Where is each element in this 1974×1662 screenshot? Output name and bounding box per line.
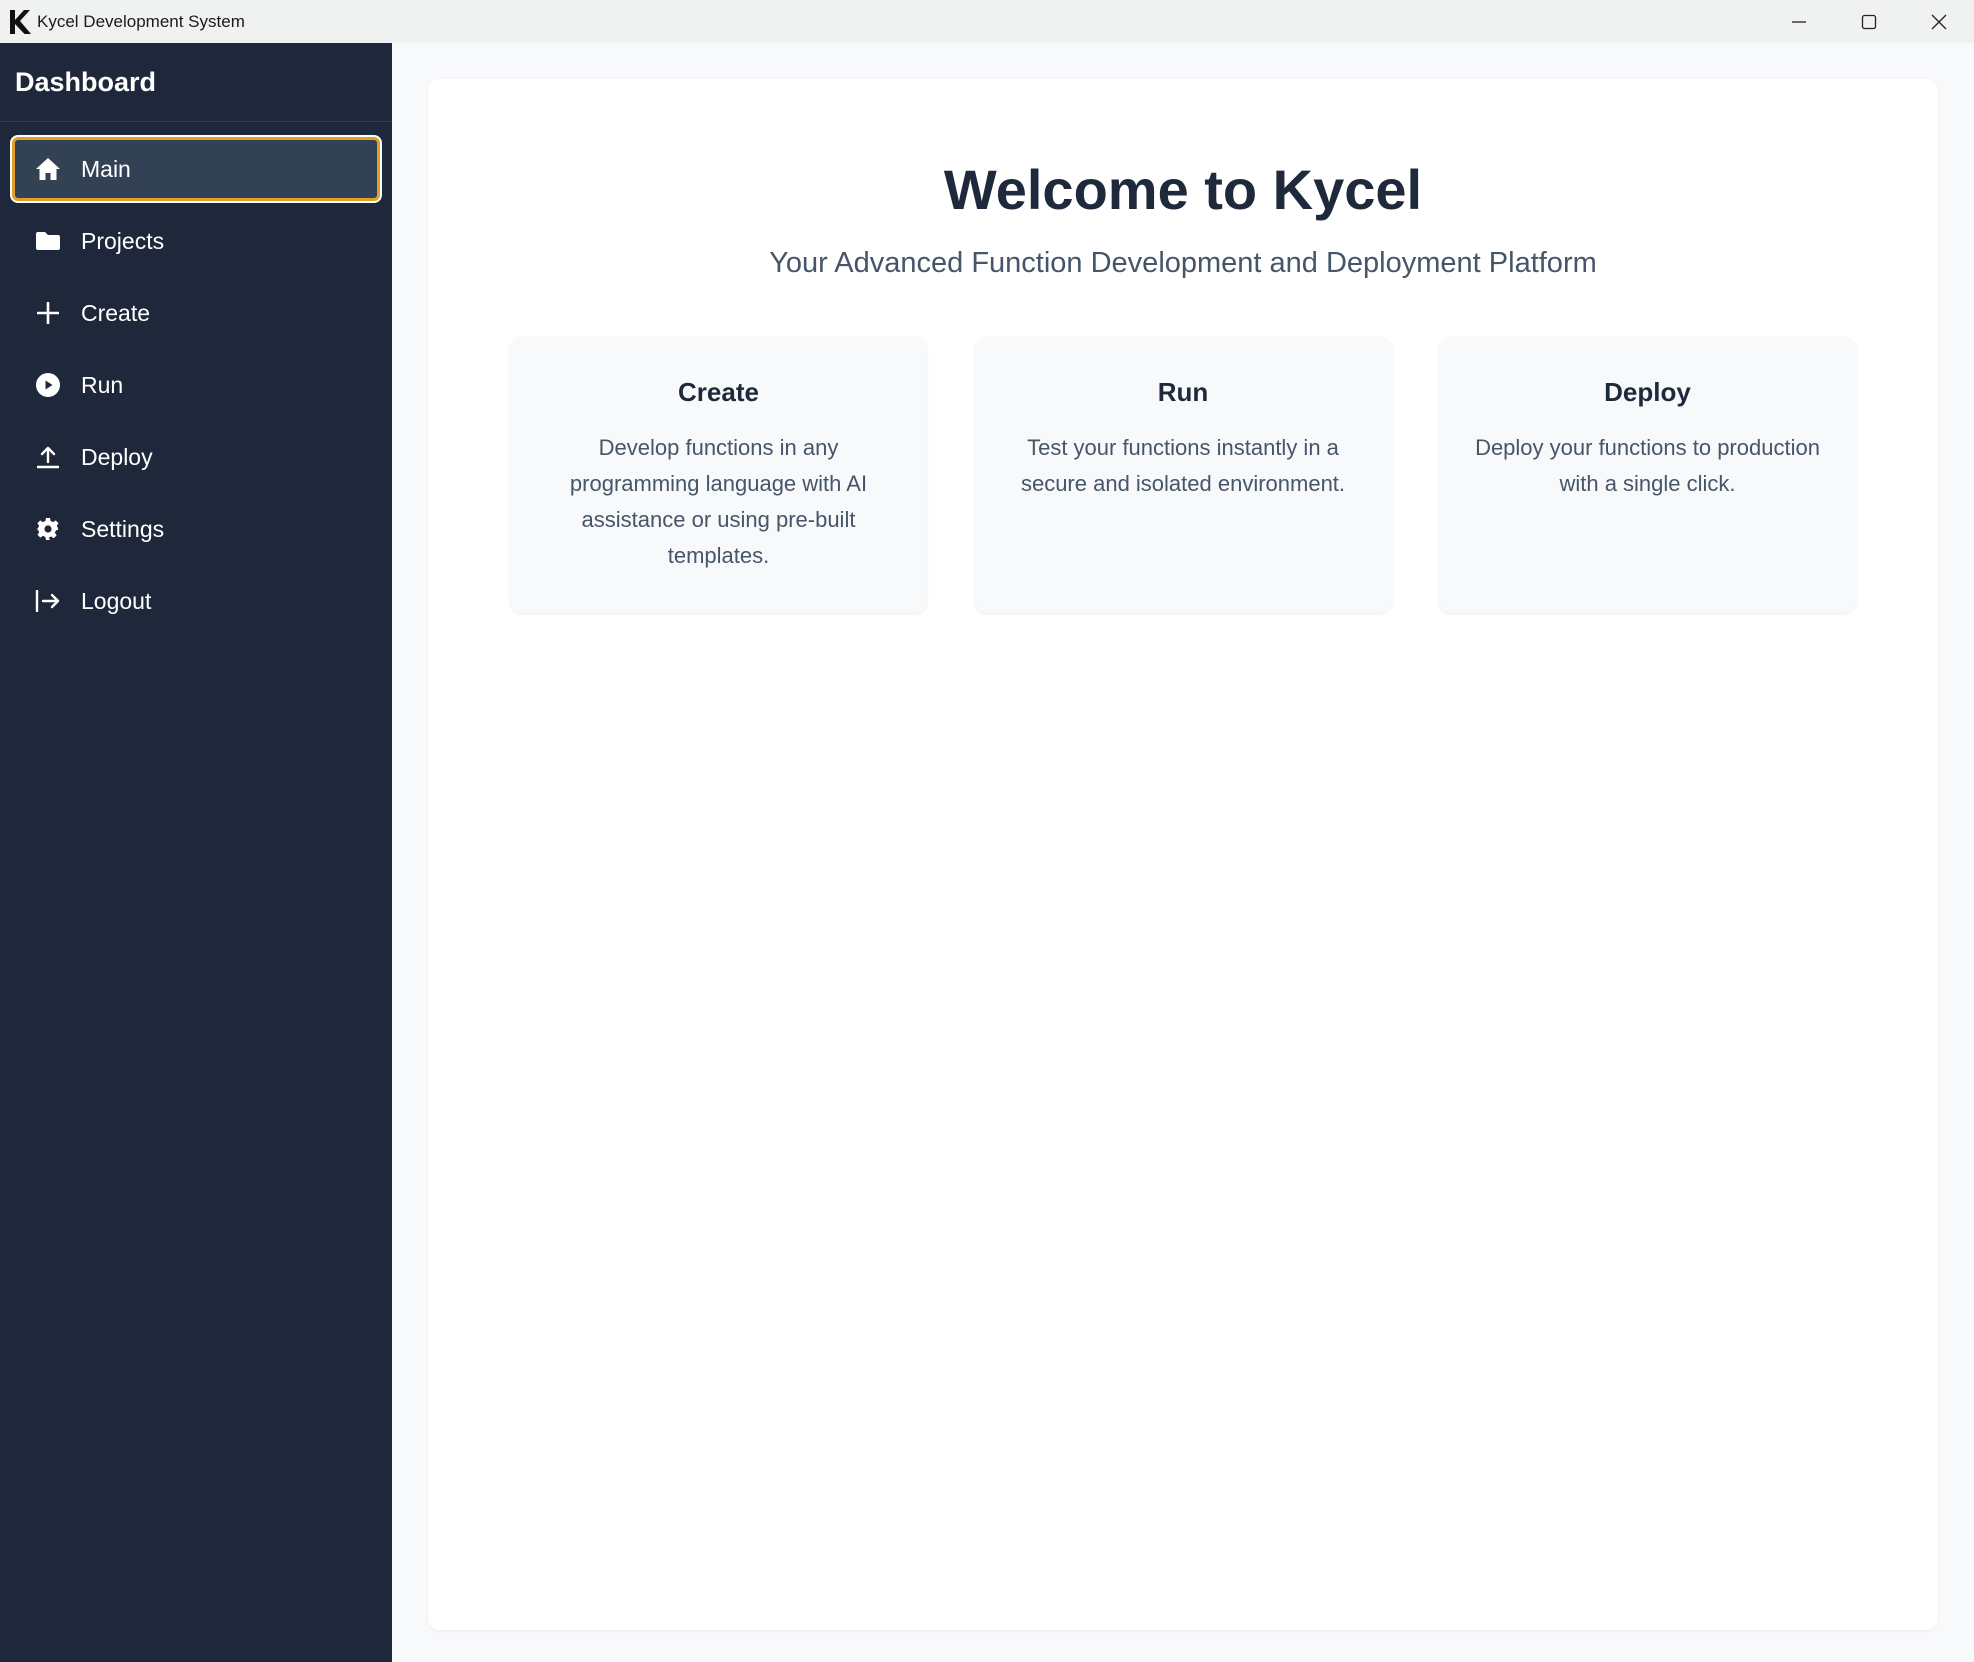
sidebar-item-label: Settings — [81, 515, 165, 542]
feature-card-run: Run Test your functions instantly in a s… — [974, 337, 1392, 613]
kycel-logo-icon — [6, 7, 34, 37]
sidebar-item-label: Deploy — [81, 443, 153, 470]
minimize-icon — [1792, 20, 1806, 23]
welcome-panel: Welcome to Kycel Your Advanced Function … — [428, 79, 1938, 1630]
plus-icon — [34, 299, 62, 327]
close-button[interactable] — [1904, 0, 1974, 43]
gear-icon — [34, 515, 62, 543]
card-description: Develop functions in any programming lan… — [569, 435, 868, 568]
window-titlebar: Kycel Development System — [0, 0, 1974, 43]
feature-cards: Create Develop functions in any programm… — [510, 337, 1856, 613]
close-icon — [1931, 14, 1947, 29]
sidebar-item-projects[interactable]: Projects — [12, 209, 380, 273]
feature-card-deploy: Deploy Deploy your functions to producti… — [1439, 337, 1856, 613]
window-controls — [1764, 0, 1974, 43]
sidebar-item-label: Run — [81, 371, 124, 398]
play-circle-icon — [34, 371, 62, 399]
home-icon — [34, 155, 62, 183]
sidebar-item-label: Main — [81, 155, 131, 182]
page-subtitle: Your Advanced Function Development and D… — [769, 247, 1597, 279]
sidebar-item-run[interactable]: Run — [12, 353, 380, 417]
sidebar-item-label: Logout — [81, 587, 152, 614]
sidebar-item-settings[interactable]: Settings — [12, 497, 380, 561]
card-title: Create — [678, 377, 759, 407]
sidebar: Dashboard Main Projects Create Run Deplo… — [0, 43, 392, 1662]
maximize-button[interactable] — [1834, 0, 1904, 43]
card-description: Test your functions instantly in a secur… — [1020, 435, 1346, 496]
logout-icon — [34, 587, 62, 615]
sidebar-item-label: Projects — [81, 227, 165, 254]
sidebar-item-create[interactable]: Create — [12, 281, 380, 345]
folder-icon — [34, 227, 62, 255]
feature-card-create: Create Develop functions in any programm… — [510, 337, 927, 613]
sidebar-item-logout[interactable]: Logout — [12, 569, 380, 633]
sidebar-title: Dashboard — [15, 66, 157, 97]
minimize-button[interactable] — [1764, 0, 1834, 43]
card-description: Deploy your functions to production with… — [1475, 435, 1820, 496]
sidebar-header: Dashboard — [0, 43, 392, 122]
upload-icon — [34, 443, 62, 471]
sidebar-item-deploy[interactable]: Deploy — [12, 425, 380, 489]
maximize-icon — [1861, 14, 1877, 29]
card-title: Deploy — [1604, 377, 1691, 407]
main-content: Welcome to Kycel Your Advanced Function … — [392, 43, 1974, 1662]
card-title: Run — [1157, 377, 1209, 407]
sidebar-item-label: Create — [81, 299, 151, 326]
sidebar-item-main[interactable]: Main — [12, 137, 380, 201]
window-title: Kycel Development System — [37, 11, 245, 31]
page-title: Welcome to Kycel — [943, 158, 1423, 221]
sidebar-nav: Main Projects Create Run Deploy Settings… — [0, 122, 392, 633]
